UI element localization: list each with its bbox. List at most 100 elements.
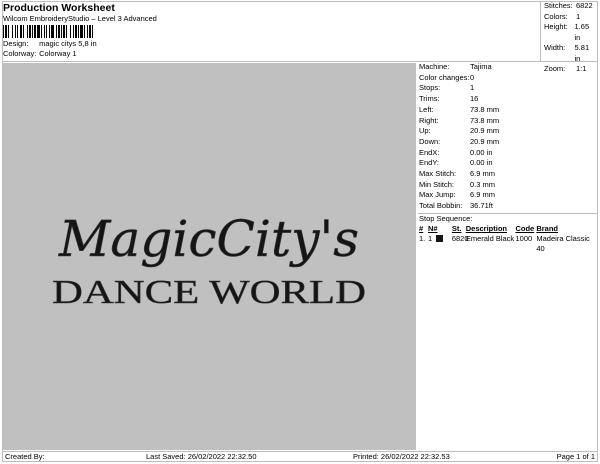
info-row: Total Bobbin: 36.71ft	[418, 201, 598, 212]
barcode-bar	[17, 25, 18, 38]
info-row: Stops: 1	[418, 83, 598, 94]
cell-code: 1000	[515, 234, 533, 244]
machine-info-panel: Machine: Tajima Color changes: 0 Stops: 1 T…	[418, 62, 598, 254]
info-value: 0.3 mm	[470, 179, 496, 189]
barcode-bar	[84, 25, 85, 38]
cell-brand: Madeira Classic 40	[536, 234, 590, 254]
barcode-bar	[70, 25, 71, 38]
info-value: 20.9 mm	[470, 136, 500, 146]
info-value: 1	[470, 83, 475, 93]
cell-st: 6820	[451, 234, 469, 244]
info-row: EndY: 0.00 in	[418, 158, 598, 169]
barcode-bar	[51, 25, 54, 38]
info-label: EndX:	[419, 147, 440, 157]
embroidery-artwork: MagicCity's DANCE WORLD	[52, 210, 367, 312]
info-row: Color changes: 0	[418, 73, 598, 84]
info-value: 0.00 in	[470, 158, 493, 168]
summary-stitches: Stitches: 6822	[541, 1, 596, 12]
info-value: 73.8 mm	[470, 104, 500, 114]
colorway-line: Colorway: Colorway 1	[3, 49, 523, 59]
info-label: Min Stitch:	[419, 179, 455, 189]
created-by: Created By:	[5, 452, 45, 461]
col-header-description: Description	[465, 224, 507, 234]
barcode-bar	[61, 25, 62, 38]
info-row: Max Jump: 6.9 mm	[418, 190, 598, 201]
barcode-bar	[44, 25, 45, 38]
summary-value: 1.65 in	[574, 22, 590, 42]
barcode-bar	[41, 25, 42, 38]
table-row: 1. 1 6820 Emerald Black 1000 Madeira Cla…	[418, 234, 598, 254]
info-label: Total Bobbin:	[419, 201, 463, 211]
header-info: Production Worksheet Wilcom EmbroiderySt…	[3, 2, 523, 59]
barcode-bar	[46, 25, 47, 38]
barcode-bar	[8, 25, 9, 38]
info-label: Up:	[419, 126, 431, 136]
barcode-bar	[87, 25, 88, 38]
barcode-bar	[49, 25, 50, 38]
info-label: Trims:	[419, 94, 440, 104]
barcode-bar	[23, 25, 24, 38]
barcode-bar	[12, 25, 13, 38]
summary-label: Colors:	[544, 11, 568, 21]
col-header-st: St.	[451, 224, 462, 234]
barcode-bar	[20, 25, 22, 38]
software-name: Wilcom EmbroideryStudio – Level 3 Advanc…	[3, 14, 157, 23]
barcode-bar	[34, 25, 36, 38]
barcode-bar	[78, 25, 79, 38]
summary-value: 6822	[576, 1, 593, 10]
summary-colors: Colors: 1	[541, 12, 596, 23]
cell-n: 1	[428, 234, 452, 254]
stop-sequence-header: # N# St. Description Code Brand	[418, 224, 598, 234]
info-label: Stops:	[419, 83, 441, 93]
barcode-bar	[29, 25, 31, 38]
info-value: 0	[470, 72, 475, 82]
info-label: Max Jump:	[419, 190, 456, 200]
colorway-value: Colorway 1	[39, 49, 77, 58]
col-header-brand: Brand	[536, 224, 559, 234]
info-value: 6.9 mm	[470, 169, 496, 179]
barcode-bar	[37, 25, 40, 38]
info-label: Left:	[419, 104, 434, 114]
design-label: Design:	[3, 39, 29, 48]
stop-sequence-title: Stop Sequence:	[418, 212, 598, 225]
cell-description: Emerald Black	[465, 234, 515, 244]
info-value: 6.9 mm	[470, 190, 496, 200]
barcode-bar	[15, 25, 16, 38]
last-saved: Last Saved: 26/02/2022 22:32.50	[146, 452, 257, 461]
col-header-code: Code	[515, 224, 535, 234]
info-value: 73.8 mm	[470, 115, 500, 125]
barcode-bar	[56, 25, 57, 38]
thread-color-swatch	[436, 235, 444, 243]
info-row: Min Stitch: 0.3 mm	[418, 180, 598, 191]
barcode-row	[3, 25, 523, 39]
info-row: Left: 73.8 mm	[418, 105, 598, 116]
info-row: EndX: 0.00 in	[418, 148, 598, 159]
summary-value: 1	[576, 11, 581, 21]
design-preview: MagicCity's DANCE WORLD	[3, 63, 416, 450]
barcode-bar	[3, 25, 4, 38]
col-header-num: #	[419, 224, 424, 234]
barcode-bar	[73, 25, 74, 38]
footer: Created By: Last Saved: 26/02/2022 22:32…	[3, 451, 597, 461]
info-value: 16	[470, 94, 479, 104]
barcode-bar	[89, 25, 91, 38]
summary-label: Height:	[544, 22, 568, 31]
info-label: Color changes:	[419, 72, 470, 82]
barcode-bar	[75, 25, 77, 38]
design-script-text: MagicCity's	[58, 210, 359, 268]
info-value: 36.71ft	[470, 201, 493, 211]
info-value: 20.9 mm	[470, 126, 500, 136]
barcode-bar	[66, 25, 67, 38]
barcode-bar	[5, 25, 7, 38]
design-caps-text: DANCE WORLD	[52, 274, 366, 311]
worksheet-title: Production Worksheet	[3, 2, 115, 14]
summary-label: Stitches:	[544, 1, 573, 10]
barcode-bar	[58, 25, 60, 38]
design-value: magic citys 5,8 in	[39, 39, 97, 48]
info-row: Up: 20.9 mm	[418, 126, 598, 137]
info-label: Machine:	[419, 62, 450, 71]
info-label: EndY:	[419, 158, 440, 168]
info-row: Trims: 16	[418, 94, 598, 105]
info-label: Max Stitch:	[419, 169, 457, 179]
barcode-bar	[80, 25, 83, 38]
